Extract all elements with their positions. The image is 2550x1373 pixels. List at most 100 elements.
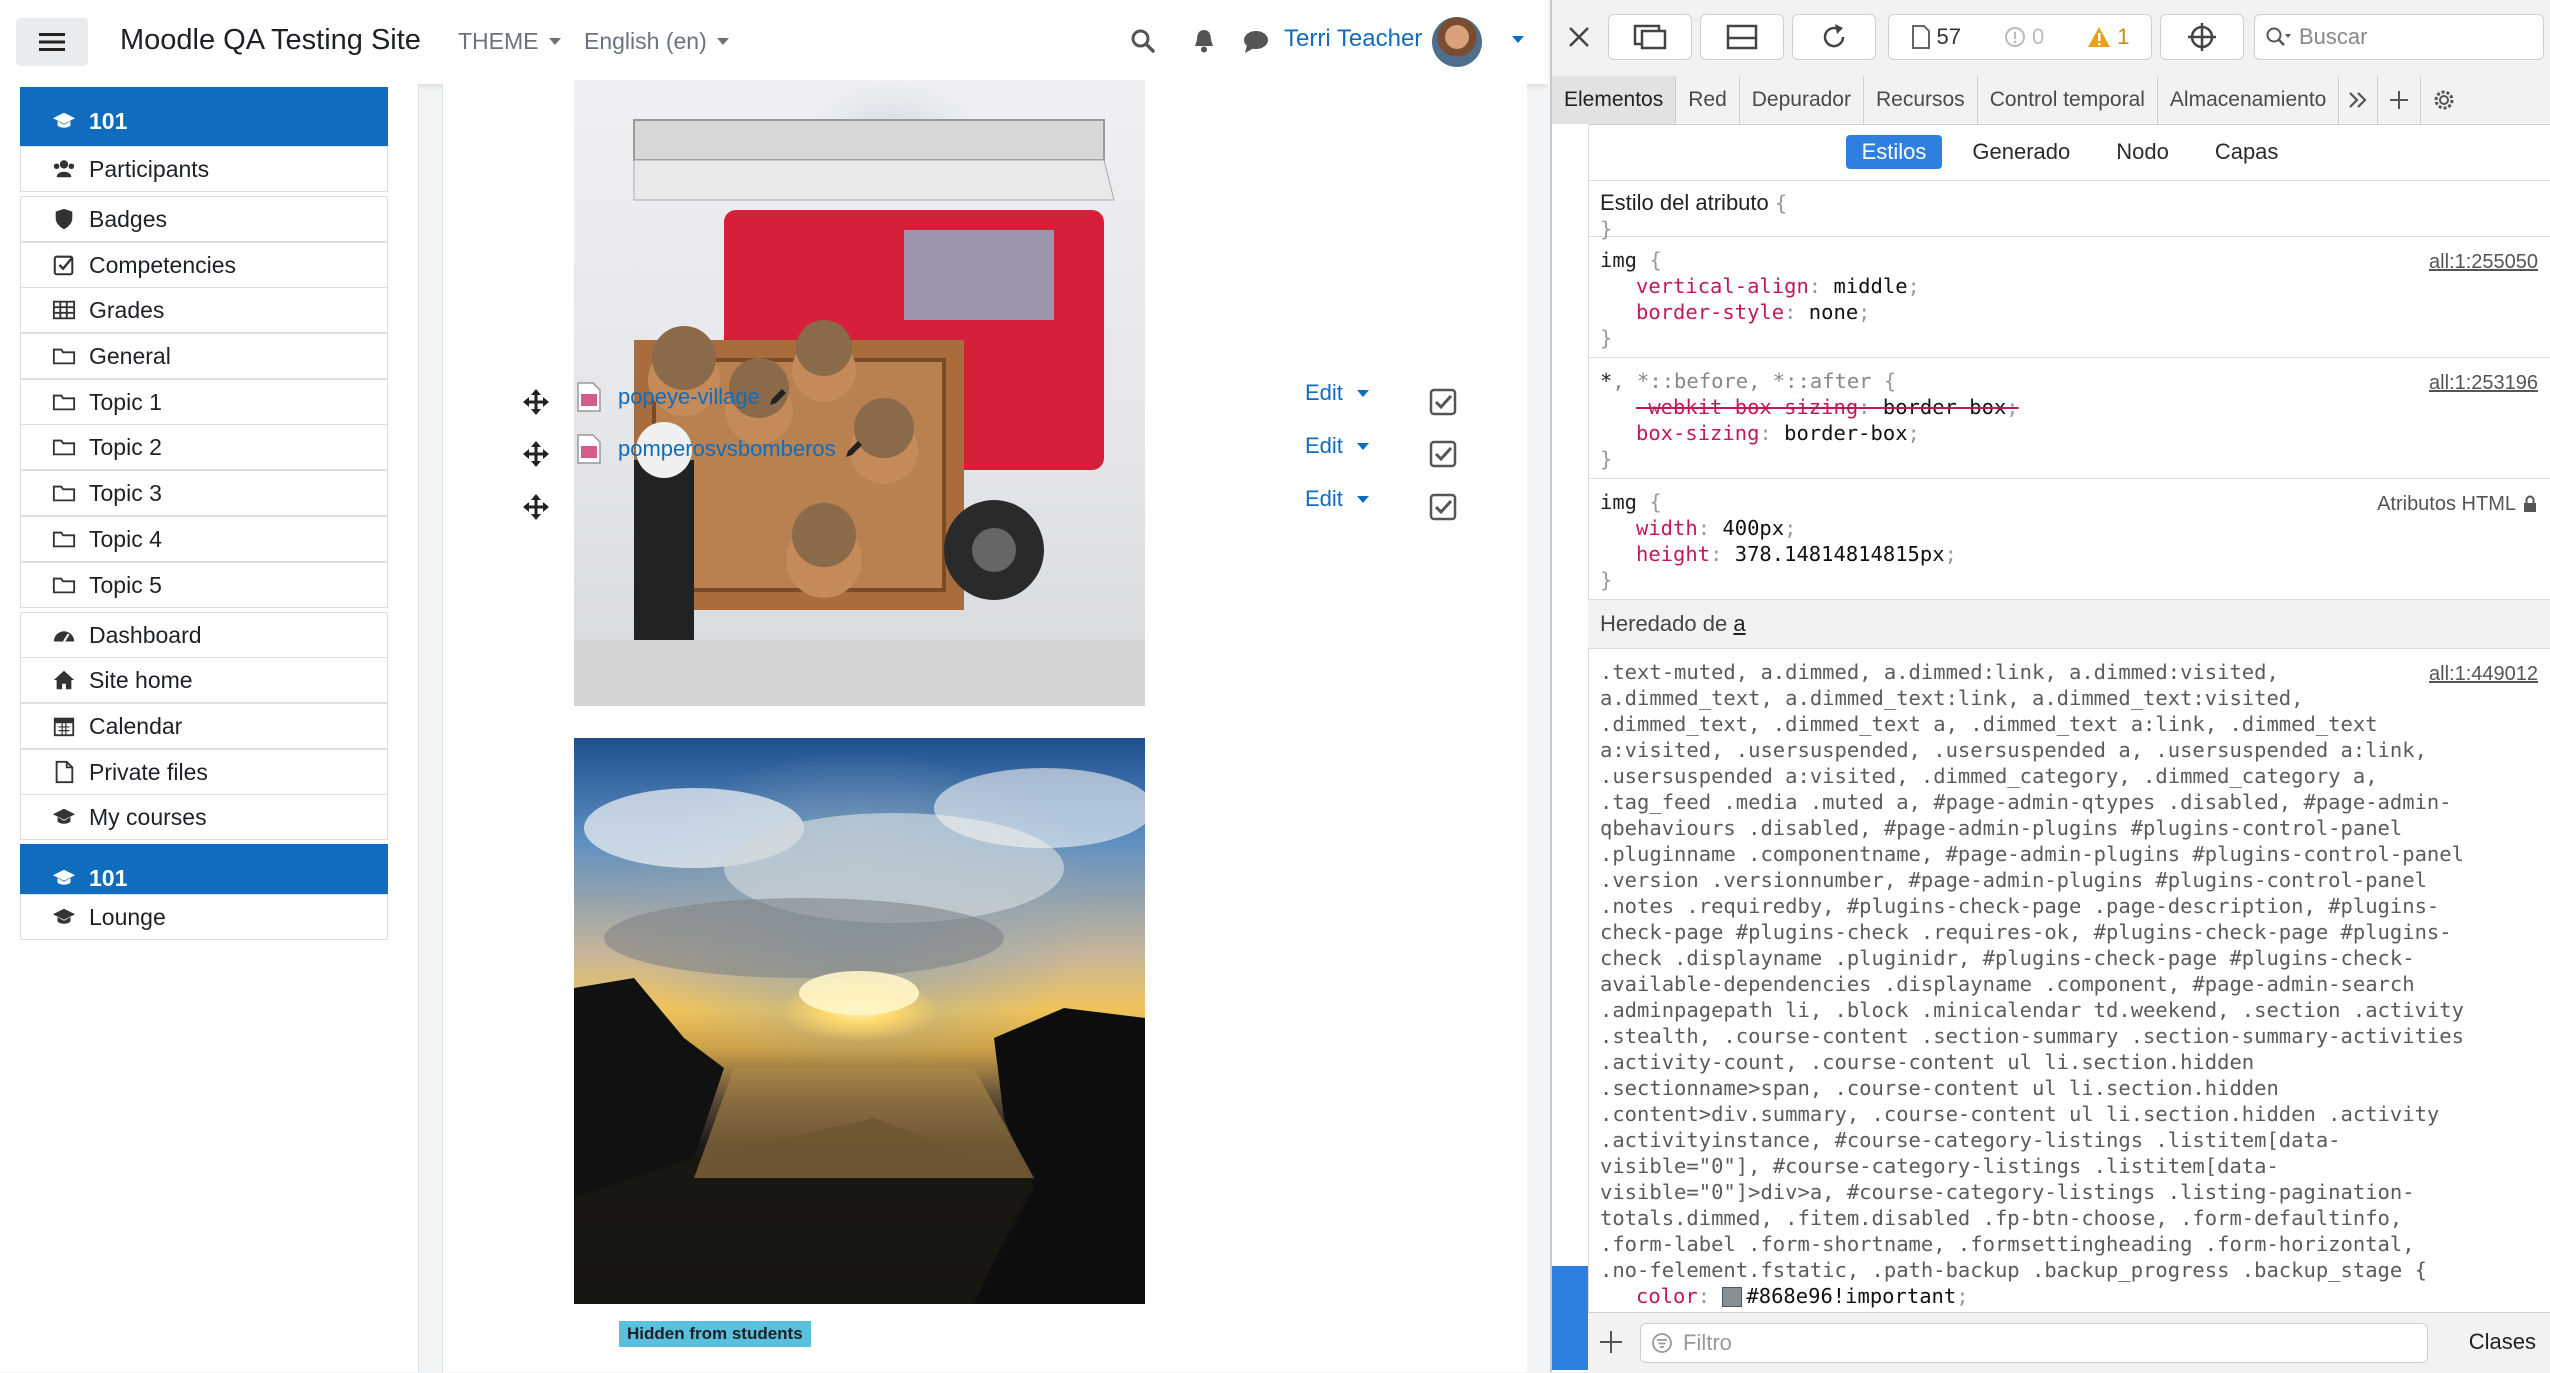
- prop-name[interactable]: color: [1636, 1284, 1698, 1308]
- subtab-generado[interactable]: Generado: [1956, 135, 2086, 169]
- devtools-tab-recursos[interactable]: Recursos: [1864, 76, 1978, 124]
- prop-value[interactable]: border-box: [1784, 421, 1907, 445]
- devtools-tab-control-temporal[interactable]: Control temporal: [1978, 76, 2158, 124]
- plus-icon: [1600, 1331, 1622, 1353]
- subtab-capas[interactable]: Capas: [2199, 135, 2295, 169]
- add-tab-button[interactable]: [2378, 76, 2422, 124]
- language-menu[interactable]: English (en): [584, 28, 729, 55]
- prop-name[interactable]: width: [1636, 516, 1698, 540]
- completion-checkbox-icon[interactable]: [1429, 493, 1457, 521]
- prop-value[interactable]: border-box: [1883, 395, 2006, 419]
- sidebar-item-topic-5[interactable]: Topic 5: [20, 562, 388, 608]
- dashboard-counters[interactable]: 57 0 1: [1888, 14, 2152, 60]
- sidebar-item-competencies[interactable]: Competencies: [20, 242, 388, 288]
- warning-count[interactable]: 1: [2087, 24, 2129, 50]
- rule-selector-extra[interactable]: , *::before, *::after: [1612, 369, 1871, 393]
- sidebar-item-topic-1[interactable]: Topic 1: [20, 379, 388, 425]
- settings-button[interactable]: [2421, 76, 2467, 124]
- move-icon[interactable]: [522, 493, 550, 521]
- inherited-from-link[interactable]: a: [1733, 611, 1745, 637]
- rule-source-link[interactable]: all:1:255050: [2429, 249, 2538, 275]
- error-count[interactable]: 0: [2004, 24, 2044, 50]
- subtab-nodo[interactable]: Nodo: [2100, 135, 2185, 169]
- hamburger-menu-button[interactable]: [16, 18, 88, 66]
- prop-value[interactable]: #868e96!important: [1746, 1284, 1956, 1308]
- graduation-cap-icon: [51, 904, 77, 930]
- prop-value[interactable]: 400px: [1722, 516, 1784, 540]
- sidebar-item-private-files[interactable]: Private files: [20, 749, 388, 795]
- subtab-estilos[interactable]: Estilos: [1845, 135, 1943, 169]
- sidebar-item-topic-4[interactable]: Topic 4: [20, 516, 388, 562]
- rule-selector[interactable]: img: [1600, 490, 1637, 514]
- filter-input[interactable]: Filtro: [1640, 1323, 2428, 1363]
- completion-checkbox-icon[interactable]: [1429, 440, 1457, 468]
- notifications-button[interactable]: [1192, 28, 1216, 54]
- reload-button[interactable]: [1792, 14, 1876, 60]
- user-avatar[interactable]: [1432, 17, 1482, 67]
- theme-menu[interactable]: THEME: [458, 28, 561, 55]
- sidebar-item-site-home[interactable]: Site home: [20, 657, 388, 703]
- close-devtools-button[interactable]: [1566, 24, 1592, 50]
- site-name[interactable]: Moodle QA Testing Site: [120, 24, 421, 57]
- edit-menu-1[interactable]: Edit: [1305, 380, 1369, 406]
- edit-menu-3[interactable]: Edit: [1305, 486, 1369, 512]
- classes-toggle[interactable]: Clases: [2469, 1329, 2536, 1355]
- prop-name[interactable]: box-sizing: [1636, 421, 1759, 445]
- move-icon[interactable]: [522, 440, 550, 468]
- devtools-tab-almacenamiento[interactable]: Almacenamiento: [2158, 76, 2340, 124]
- rule-selector[interactable]: img: [1600, 248, 1637, 272]
- activity-name: pomperosvsbomberos: [618, 436, 836, 461]
- prop-name[interactable]: -webkit-box-sizing: [1636, 395, 1858, 419]
- sidebar-item-calendar[interactable]: Calendar: [20, 703, 388, 749]
- sidebar-item-badges[interactable]: Badges: [20, 196, 388, 242]
- search-button[interactable]: [1130, 28, 1156, 54]
- crosshair-icon: [2188, 23, 2216, 51]
- rule-source-link[interactable]: all:1:253196: [2429, 370, 2538, 396]
- folder-icon: [51, 526, 77, 552]
- more-tabs-button[interactable]: [2339, 76, 2379, 124]
- activity-link-pomperosvsbomberos[interactable]: pomperosvsbomberos: [618, 436, 864, 462]
- devtools-tab-red[interactable]: Red: [1676, 76, 1740, 124]
- activity-link-popeye-village[interactable]: popeye-village: [618, 384, 788, 410]
- sidebar-item-101[interactable]: 101: [20, 87, 388, 155]
- search-field[interactable]: Buscar: [2254, 14, 2544, 60]
- prop-name[interactable]: vertical-align: [1636, 274, 1809, 298]
- rule-source-link[interactable]: all:1:449012: [2429, 661, 2538, 687]
- sidebar-item-topic-3[interactable]: Topic 3: [20, 470, 388, 516]
- undock-button[interactable]: [1608, 14, 1692, 60]
- prop-name[interactable]: height: [1636, 542, 1710, 566]
- user-menu-name[interactable]: Terri Teacher: [1284, 25, 1422, 53]
- sidebar-item-participants[interactable]: Participants: [20, 146, 388, 192]
- dock-bottom-button[interactable]: [1700, 14, 1784, 60]
- sidebar-item-dashboard[interactable]: Dashboard: [20, 612, 388, 658]
- sidebar-item-grades[interactable]: Grades: [20, 287, 388, 333]
- edit-menu-2[interactable]: Edit: [1305, 433, 1369, 459]
- add-rule-button[interactable]: [1598, 1329, 1624, 1355]
- devtools-tab-depurador[interactable]: Depurador: [1740, 76, 1864, 124]
- user-menu-toggle[interactable]: [1512, 36, 1524, 43]
- messages-button[interactable]: [1243, 30, 1269, 54]
- dom-tree-gutter[interactable]: [1552, 124, 1589, 1372]
- color-swatch[interactable]: [1722, 1287, 1743, 1307]
- devtools-tab-elementos[interactable]: Elementos: [1552, 76, 1677, 124]
- prop-value[interactable]: middle: [1833, 274, 1907, 298]
- inherited-header: Heredado de a: [1588, 600, 2550, 649]
- rule-selector[interactable]: *: [1600, 369, 1612, 393]
- sidebar-item-my-courses[interactable]: My courses: [20, 794, 388, 840]
- pencil-icon[interactable]: [844, 439, 864, 459]
- sidebar-item-general[interactable]: General: [20, 333, 388, 379]
- prop-value[interactable]: 378.14814814815px: [1735, 542, 1945, 566]
- prop-value[interactable]: none: [1809, 300, 1858, 324]
- long-selector-list[interactable]: .text-muted, a.dimmed, a.dimmed:link, a.…: [1600, 659, 2540, 1283]
- sidebar-item-lounge[interactable]: Lounge: [20, 894, 388, 940]
- devtools-toolbar: 57 0 1 Buscar: [1552, 0, 2550, 77]
- move-icon[interactable]: [522, 388, 550, 416]
- completion-checkbox-icon[interactable]: [1429, 388, 1457, 416]
- bell-icon: [1195, 30, 1213, 53]
- resource-count[interactable]: 57: [1911, 24, 1961, 50]
- pencil-icon[interactable]: [768, 387, 788, 407]
- sidebar-item-topic-2[interactable]: Topic 2: [20, 424, 388, 470]
- prop-name[interactable]: border-style: [1636, 300, 1784, 324]
- dashboard-icon: [51, 622, 77, 648]
- inspect-element-button[interactable]: [2160, 14, 2244, 60]
